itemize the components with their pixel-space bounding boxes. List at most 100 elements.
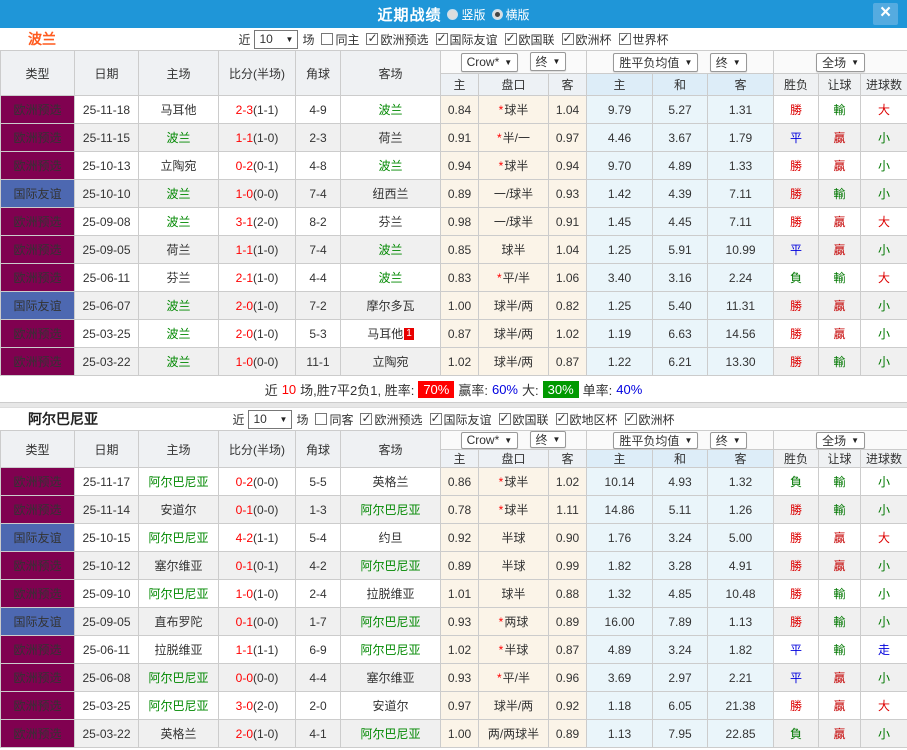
result-wdl: 勝 — [773, 207, 820, 236]
competition-label[interactable]: 欧洲杯 — [639, 411, 675, 428]
subject-team-name: 波兰 — [166, 187, 191, 201]
away-team: 荷兰 — [340, 123, 441, 152]
avg-lose: 1.13 — [707, 607, 775, 636]
away-team: 波兰 — [340, 95, 441, 124]
match-type: 欧洲预选 — [0, 235, 75, 264]
competition-label[interactable]: 欧洲杯 — [576, 31, 612, 48]
result-goals: 小 — [860, 467, 907, 496]
match-type: 欧洲预选 — [0, 719, 75, 748]
fulltime-select[interactable]: 全场 ▼ — [816, 52, 865, 72]
match-row: 国际友谊 25-10-15 阿尔巴尼亚 4-2(1-1) 5-4 约旦 0.92 半球 0.90… — [0, 523, 907, 552]
chevron-down-icon: ▼ — [684, 435, 693, 445]
match-score: 0-1(0-0) — [218, 607, 296, 636]
corner-score: 1-3 — [295, 495, 341, 524]
sub-wdl: 胜负 — [773, 73, 820, 96]
competition-checkbox[interactable] — [366, 31, 379, 45]
result-wdl: 勝 — [773, 347, 820, 376]
result-letball: 贏 — [818, 235, 862, 264]
competition-label[interactable]: 世界杯 — [633, 31, 669, 48]
competition-label[interactable]: 欧国联 — [513, 411, 549, 428]
competition-label[interactable]: 欧地区杯 — [570, 411, 618, 428]
same-venue-label[interactable]: 同主 — [335, 31, 359, 48]
match-row: 欧洲预选 25-03-25 波兰 2-0(1-0) 5-3 马耳他 1 0.87 球半/两 1.0… — [0, 319, 907, 348]
final-avg-select[interactable]: 终 ▼ — [709, 431, 747, 449]
away-odds: 0.89 — [547, 719, 588, 748]
avg-header-cell: 胜平负均值 ▼ 终 ▼ — [586, 50, 775, 74]
avg-draw: 5.11 — [652, 495, 709, 524]
avg-lose: 4.91 — [707, 551, 775, 580]
odds-provider-select[interactable]: Crow* ▼ — [460, 52, 519, 72]
layout-horizontal-label[interactable]: 横版 — [506, 6, 530, 23]
competition-checkbox[interactable] — [624, 411, 637, 425]
home-team: 安道尔 — [138, 495, 219, 524]
subject-team-name: 波兰 — [166, 215, 191, 229]
opponent-team-name: 拉脱维亚 — [154, 643, 203, 657]
competition-checkbox[interactable] — [360, 411, 373, 425]
competition-label[interactable]: 国际友谊 — [444, 411, 492, 428]
result-goals: 小 — [860, 151, 907, 180]
sub-handicap: 盘口 — [478, 73, 549, 96]
sub-avg-lose: 客 — [707, 73, 775, 96]
avg-win: 14.86 — [586, 495, 654, 524]
match-row: 欧洲预选 25-11-17 阿尔巴尼亚 0-2(0-0) 5-5 英格兰 0.86 *球半 1.… — [0, 467, 907, 496]
competition-checkbox[interactable] — [429, 411, 442, 425]
result-wdl: 勝 — [773, 523, 820, 552]
competition-label[interactable]: 国际友谊 — [450, 31, 498, 48]
home-odds: 0.94 — [440, 151, 479, 180]
home-team: 塞尔维亚 — [138, 551, 219, 580]
avg-draw: 4.45 — [652, 207, 709, 236]
win-pct-value: 60% — [491, 381, 518, 397]
corner-score: 7-2 — [295, 291, 341, 320]
avg-win: 1.82 — [586, 551, 654, 580]
home-team: 英格兰 — [138, 719, 219, 748]
sub-avg-draw: 和 — [652, 73, 709, 96]
result-goals: 小 — [860, 551, 907, 580]
final-avg-select[interactable]: 终 ▼ — [709, 52, 747, 72]
match-score: 2-0(1-0) — [218, 319, 296, 348]
match-score: 1-1(1-1) — [218, 635, 296, 664]
competition-checkbox[interactable] — [561, 31, 574, 45]
away-team: 波兰 — [340, 235, 441, 264]
final-odds-select[interactable]: 终 ▼ — [529, 431, 567, 449]
opponent-team-name: 英格兰 — [372, 475, 409, 489]
competition-checkbox[interactable] — [555, 411, 568, 425]
handicap: *球半 — [478, 151, 549, 180]
final-odds-select[interactable]: 终 ▼ — [529, 52, 567, 72]
sub-avg-lose: 客 — [707, 449, 775, 468]
avg-lose: 1.32 — [707, 467, 775, 496]
away-odds: 0.82 — [547, 291, 588, 320]
avg-odds-select[interactable]: 胜平负均值 ▼ — [613, 52, 699, 72]
competition-checkbox[interactable] — [618, 31, 631, 45]
competition-checkbox[interactable] — [498, 411, 511, 425]
competition-checkbox[interactable] — [435, 31, 448, 45]
competition-label[interactable]: 欧洲预选 — [380, 31, 428, 48]
home-odds: 0.86 — [440, 467, 479, 496]
match-row: 国际友谊 25-09-05 直布罗陀 0-1(0-0) 1-7 阿尔巴尼亚 0.93 *两球 0… — [0, 607, 907, 636]
same-venue-checkbox[interactable] — [321, 33, 334, 45]
layout-vertical-label[interactable]: 竖版 — [461, 6, 485, 23]
match-count-select[interactable]: 10 ▼ — [248, 409, 293, 429]
home-team: 马耳他 — [138, 95, 219, 124]
sub-away-odds: 客 — [547, 449, 588, 468]
fulltime-select[interactable]: 全场 ▼ — [816, 431, 865, 449]
match-date: 25-03-25 — [74, 691, 139, 720]
odds-provider-select[interactable]: Crow* ▼ — [460, 431, 519, 449]
close-icon[interactable]: × — [873, 3, 898, 25]
match-row: 欧洲预选 25-11-14 安道尔 0-1(0-0) 1-3 阿尔巴尼亚 0.78 *球半 1.… — [0, 495, 907, 524]
competition-checkbox[interactable] — [504, 31, 517, 45]
home-team: 阿尔巴尼亚 — [138, 579, 219, 608]
avg-odds-select[interactable]: 胜平负均值 ▼ — [613, 431, 699, 449]
layout-vertical-radio[interactable] — [447, 8, 459, 20]
avg-lose: 7.11 — [707, 207, 775, 236]
same-venue-label[interactable]: 同客 — [329, 411, 353, 428]
odds-header-cell: Crow* ▼ 终 ▼ — [439, 430, 588, 450]
layout-horizontal-radio[interactable] — [491, 8, 503, 20]
competition-label[interactable]: 欧洲预选 — [374, 411, 422, 428]
sub-wdl: 胜负 — [773, 449, 820, 468]
same-venue-checkbox[interactable] — [315, 413, 328, 425]
match-count-select[interactable]: 10 ▼ — [254, 29, 299, 49]
team-name: 阿尔巴尼亚 — [28, 411, 98, 427]
match-score: 3-1(2-0) — [218, 207, 296, 236]
competition-label[interactable]: 欧国联 — [519, 31, 555, 48]
away-odds: 1.04 — [547, 95, 588, 124]
